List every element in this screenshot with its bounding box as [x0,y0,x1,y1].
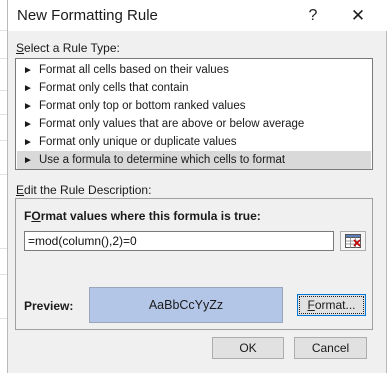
arrow-right-icon: ► [23,101,33,112]
dialog-title: New Formatting Rule [17,7,158,24]
rule-description-panel: FOrmat values where this formula is true… [15,198,373,330]
dialog-titlebar[interactable]: New Formatting Rule ? ✕ [8,0,387,31]
formula-input[interactable] [24,231,334,251]
format-preview: AaBbCcYyZz [89,287,283,323]
preview-label: Preview: [24,299,74,313]
rule-type-item-use-formula[interactable]: ► Use a formula to determine which cells … [17,151,371,169]
close-icon[interactable]: ✕ [341,3,375,28]
ok-button[interactable]: OK [212,337,284,359]
formula-header: FOrmat values where this formula is true… [24,209,261,223]
arrow-right-icon: ► [23,83,33,94]
rule-type-item-above-below-average[interactable]: ► Format only values that are above or be… [17,115,371,133]
arrow-right-icon: ► [23,65,33,76]
rule-type-list[interactable]: ► Format all cells based on their values … [15,58,373,170]
rule-type-item-all-cells[interactable]: ► Format all cells based on their values [17,61,371,79]
select-rule-type-label: Select a Rule Type: [16,41,120,55]
collapse-dialog-icon [345,234,361,248]
help-icon[interactable]: ? [296,3,330,28]
edit-rule-description-label: Edit the Rule Description: [16,183,152,197]
cancel-button[interactable]: Cancel [294,337,367,359]
arrow-right-icon: ► [23,137,33,148]
range-selector-button[interactable] [340,231,366,251]
rule-type-item-unique-duplicate[interactable]: ► Format only unique or duplicate values [17,133,371,151]
rule-type-item-top-bottom[interactable]: ► Format only top or bottom ranked values [17,97,371,115]
format-button[interactable]: Format... [297,294,366,316]
rule-type-item-cells-contain[interactable]: ► Format only cells that contain [17,79,371,97]
arrow-right-icon: ► [23,119,33,130]
arrow-right-icon: ► [23,155,33,166]
new-formatting-rule-dialog: New Formatting Rule ? ✕ Select a Rule Ty… [7,0,387,373]
